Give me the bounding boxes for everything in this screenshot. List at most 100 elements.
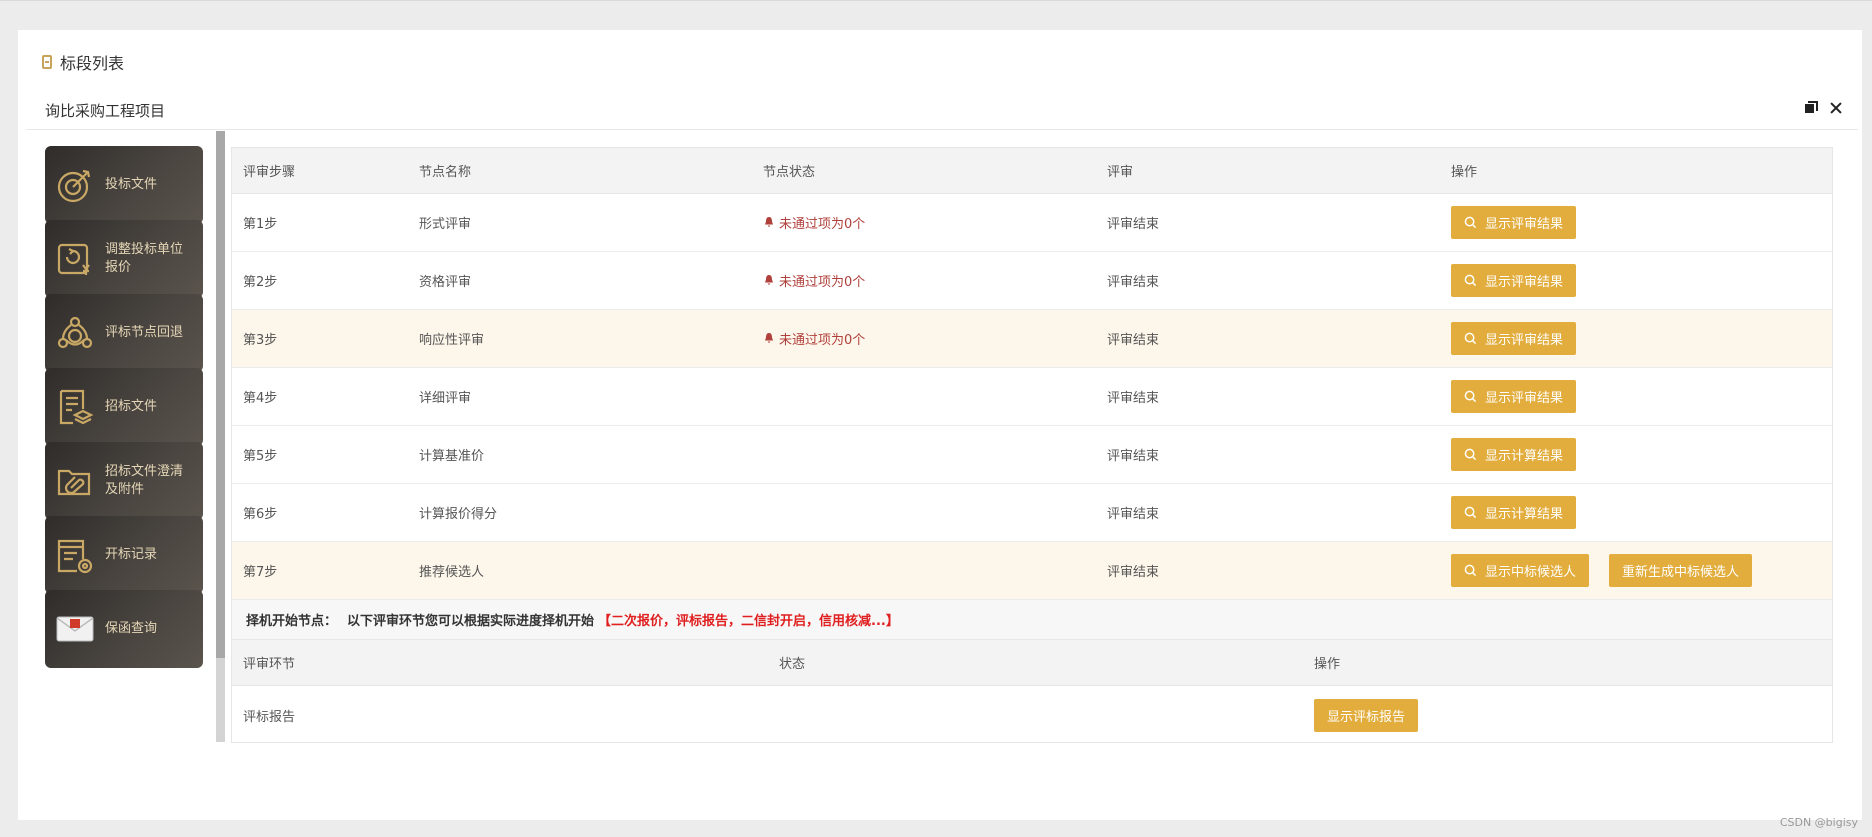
table-row: 第3步 响应性评审 未通过项为0个 评审结束 显示评审结果 [232, 310, 1832, 368]
header-node-status: 节点状态 [763, 165, 816, 180]
row-step: 第5步 [243, 449, 278, 464]
menu-item-label: 投标文件 [105, 177, 158, 192]
row-review: 评审结束 [1107, 449, 1160, 464]
button-label: 重新生成中标候选人 [1622, 565, 1740, 580]
menu-scrollbar[interactable] [216, 131, 225, 742]
bell-icon [765, 217, 773, 227]
row-step: 第2步 [243, 275, 278, 290]
row-step: 第1步 [243, 217, 278, 232]
menu-item-label: 招标文件 [105, 399, 158, 414]
search-icon [1464, 564, 1477, 577]
fail-status-text: 未通过项为0个 [779, 274, 866, 290]
table-row: 第7步 推荐候选人 评审结束 显示中标候选人 重新生成中标候选人 [232, 542, 1832, 600]
row-node-name: 计算基准价 [419, 449, 485, 464]
table-row: 第6步 计算报价得分 评审结束 显示计算结果 [232, 484, 1832, 542]
menu-item-label: 调整投标单位报价 [105, 242, 184, 275]
fail-status: 未通过项为0个 [763, 271, 865, 290]
page-title-text: 标段列表 [60, 54, 125, 73]
optional-table-header: 评审环节 状态 操作 [232, 640, 1832, 686]
show-review-result-button[interactable]: 显示评审结果 [1451, 380, 1577, 413]
top-divider [0, 0, 1872, 1]
header-actions: 操作 [1451, 165, 1478, 180]
show-review-result-button[interactable]: 显示评审结果 [1451, 264, 1577, 297]
row-review: 评审结束 [1107, 333, 1160, 348]
show-evaluation-report-button[interactable]: 显示评标报告 [1314, 698, 1419, 732]
row-step: 第7步 [243, 565, 278, 580]
header-step: 评审步骤 [243, 165, 296, 180]
show-review-result-button[interactable]: 显示评审结果 [1451, 322, 1577, 355]
watermark: CSDN @bigisy [1779, 816, 1858, 829]
fail-status: 未通过项为0个 [763, 213, 865, 232]
button-label: 显示评标报告 [1327, 709, 1406, 725]
show-candidates-button[interactable]: 显示中标候选人 [1451, 554, 1590, 587]
menu-item-guarantee-query[interactable]: 保函查询 [45, 590, 203, 668]
bell-icon [765, 275, 773, 285]
header-node-name: 节点名称 [419, 165, 472, 180]
button-label: 显示评审结果 [1485, 391, 1564, 406]
menu-scrollbar-thumb[interactable] [216, 131, 225, 658]
document-stack-icon [59, 389, 94, 425]
row-actions: 显示计算结果 [1440, 438, 1832, 471]
show-calc-result-button[interactable]: 显示计算结果 [1451, 438, 1577, 471]
row-review-stage: 评标报告 [243, 709, 296, 725]
list-icon [42, 55, 52, 69]
notice-highlight: 【二次报价，评标报告，二信封开启，信用核减...】 [598, 614, 899, 629]
button-label: 显示评审结果 [1485, 275, 1564, 290]
table-row: 第1步 形式评审 未通过项为0个 评审结束 显示评审结果 [232, 194, 1832, 252]
show-review-result-button[interactable]: 显示评审结果 [1451, 206, 1577, 239]
menu-item-adjust-price[interactable]: 调整投标单位报价 [45, 220, 203, 298]
header-status: 状态 [779, 657, 806, 672]
menu-item-bid-file[interactable]: 投标文件 [45, 146, 203, 224]
header-review: 评审 [1107, 165, 1134, 180]
node-rollback-icon [57, 316, 93, 349]
fail-status-text: 未通过项为0个 [779, 332, 866, 348]
close-icon[interactable] [1828, 100, 1844, 116]
envelope-icon [56, 616, 94, 642]
button-label: 显示评审结果 [1485, 217, 1564, 232]
row-actions: 显示计算结果 [1440, 496, 1832, 529]
search-icon [1464, 506, 1477, 519]
optional-start-notice: 择机开始节点： 以下评审环节您可以根据实际进度择机开始 【二次报价，评标报告，二… [232, 600, 1832, 640]
header-review-stage: 评审环节 [243, 657, 296, 672]
button-label: 显示评审结果 [1485, 333, 1564, 348]
menu-item-label: 评标节点回退 [105, 325, 184, 340]
row-node-name: 资格评审 [419, 275, 472, 290]
side-menu: 投标文件 调整投标单位报价 评标节点回退 招标文件 招标文件澄清及附件 开标记录… [45, 146, 203, 742]
row-node-status: 未通过项为0个 [752, 271, 1096, 291]
modal-actions [1802, 100, 1844, 116]
row-review: 评审结束 [1107, 391, 1160, 406]
modal-header: 询比采购工程项目 [26, 92, 1858, 130]
row-node-status: 未通过项为0个 [752, 329, 1096, 349]
menu-item-node-rollback[interactable]: 评标节点回退 [45, 294, 203, 372]
row-actions: 显示评审结果 [1440, 322, 1832, 355]
show-calc-result-button[interactable]: 显示计算结果 [1451, 496, 1577, 529]
row-node-name: 详细评审 [419, 391, 472, 406]
header-actions: 操作 [1314, 657, 1341, 672]
review-panel: 评审步骤 节点名称 节点状态 评审 操作 第1步 形式评审 未通过项为0个 评审… [231, 147, 1833, 743]
folder-attachment-icon [57, 469, 91, 496]
menu-item-clarification[interactable]: 招标文件澄清及附件 [45, 442, 203, 520]
review-table-header: 评审步骤 节点名称 节点状态 评审 操作 [232, 148, 1832, 194]
table-row: 第4步 详细评审 评审结束 显示评审结果 [232, 368, 1832, 426]
search-icon [1464, 390, 1477, 403]
row-review: 评审结束 [1107, 275, 1160, 290]
modal-title: 询比采购工程项目 [45, 102, 166, 120]
row-step: 第6步 [243, 507, 278, 522]
row-review: 评审结束 [1107, 565, 1160, 580]
price-refresh-icon [57, 243, 90, 275]
menu-item-tender-file[interactable]: 招标文件 [45, 368, 203, 446]
menu-item-label: 保函查询 [105, 621, 158, 636]
regenerate-candidates-button[interactable]: 重新生成中标候选人 [1609, 554, 1753, 587]
search-icon [1464, 448, 1477, 461]
menu-item-opening-record[interactable]: 开标记录 [45, 516, 203, 594]
search-icon [1464, 216, 1477, 229]
page-scrollbar[interactable] [1864, 30, 1872, 820]
button-label: 显示计算结果 [1485, 449, 1564, 464]
menu-item-label: 招标文件澄清及附件 [105, 464, 184, 497]
record-icon [57, 539, 93, 574]
row-review: 评审结束 [1107, 507, 1160, 522]
restore-icon[interactable] [1802, 100, 1818, 116]
row-actions: 显示中标候选人 重新生成中标候选人 [1440, 554, 1832, 587]
row-node-name: 形式评审 [419, 217, 472, 232]
target-icon [57, 169, 91, 203]
